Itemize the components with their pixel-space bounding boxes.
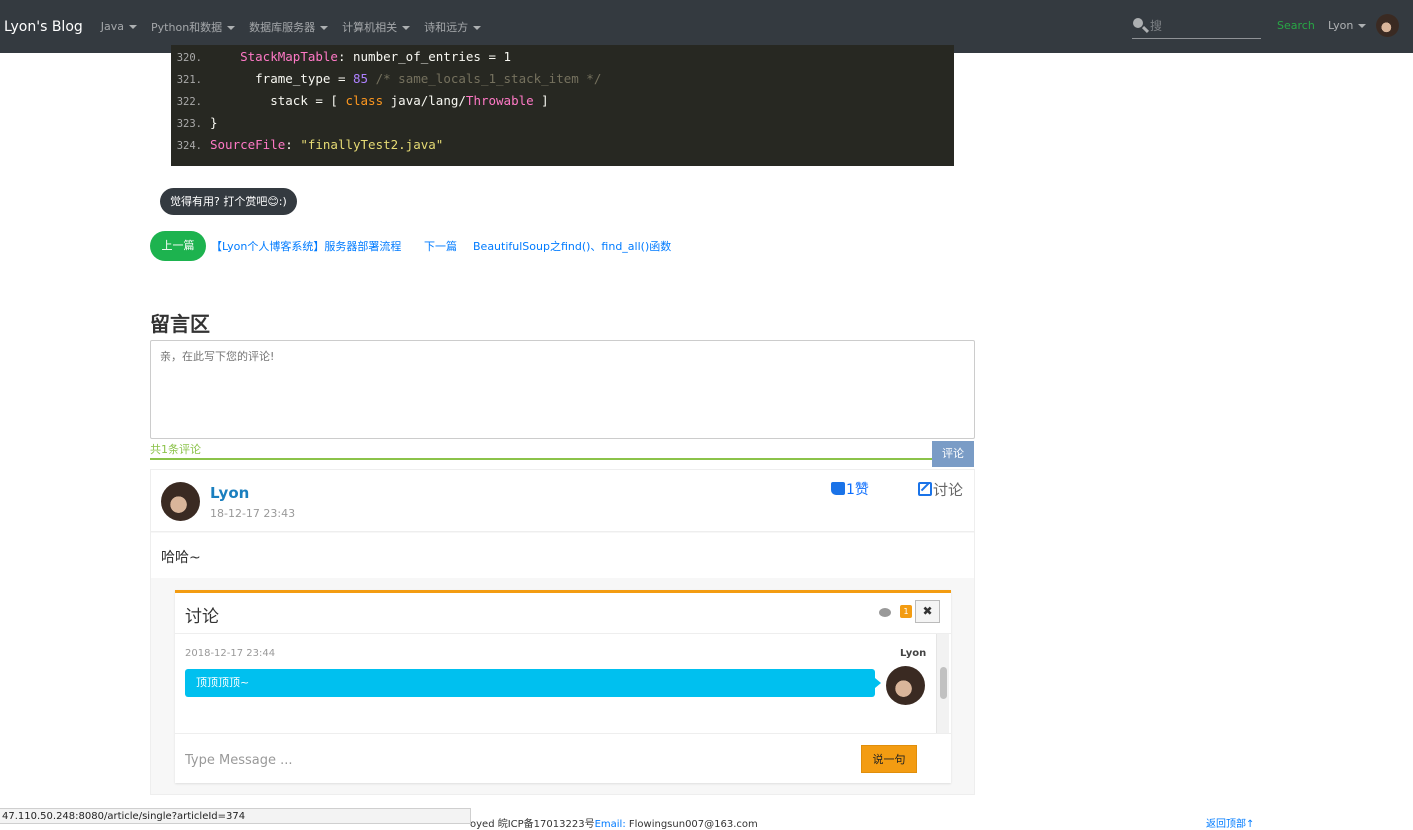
- avatar[interactable]: [161, 482, 200, 521]
- code-token: class: [345, 93, 384, 108]
- code-token: ]: [533, 93, 549, 108]
- code-token: :: [285, 137, 301, 152]
- user-menu[interactable]: Lyon: [1328, 19, 1367, 32]
- caret-down-icon: [402, 25, 411, 30]
- caret-down-icon: [1358, 24, 1367, 28]
- prev-article-button[interactable]: 上一篇: [150, 231, 206, 261]
- message-author: Lyon: [900, 648, 927, 659]
- line-number: 320.: [176, 52, 202, 64]
- reward-button[interactable]: 觉得有用? 打个赏吧😊:): [160, 188, 297, 215]
- code-line: 322. stack = [ class java/lang/Throwable…: [171, 90, 549, 112]
- code-token: frame_type =: [255, 71, 353, 86]
- prev-article-link[interactable]: 【Lyon个人博客系统】服务器部署流程: [211, 238, 401, 254]
- discussion-title: 讨论: [185, 607, 219, 627]
- message-count-badge: 1: [900, 605, 912, 618]
- send-message-button[interactable]: 说一句: [861, 745, 917, 773]
- footer-email: Flowingsun007@163.com: [628, 819, 758, 830]
- nav-item-python[interactable]: Python和数据: [151, 19, 236, 35]
- nav-item-label: Java: [100, 20, 125, 33]
- line-number: 324.: [176, 140, 202, 152]
- message-date: 2018-12-17 23:44: [185, 648, 276, 659]
- caret-down-icon: [227, 25, 236, 30]
- avatar: [886, 666, 925, 705]
- comment-author[interactable]: Lyon: [210, 484, 249, 502]
- footer-text: oyed 皖ICP备17013223号Email: Flowingsun007@…: [470, 815, 758, 830]
- divider: [175, 733, 951, 734]
- footer-icp: oyed 皖ICP备17013223号: [470, 819, 595, 830]
- code-token: java/lang/: [383, 93, 466, 108]
- submit-comment-button[interactable]: 评论: [932, 441, 974, 467]
- search-input[interactable]: [1150, 19, 1250, 33]
- scrollbar-thumb[interactable]: [940, 667, 947, 699]
- comment-textarea[interactable]: [150, 340, 975, 439]
- comment-card: Lyon 18-12-17 23:43 1赞 讨论 哈哈~ 讨论 1 ✖ 201…: [150, 469, 975, 795]
- caret-down-icon: [473, 25, 482, 30]
- code-token: 85: [353, 71, 369, 86]
- divider: [150, 458, 935, 460]
- footer-email-label[interactable]: Email:: [595, 819, 626, 830]
- nav-item-database[interactable]: 数据库服务器: [249, 19, 329, 35]
- message-input[interactable]: [185, 747, 855, 774]
- scrollbar[interactable]: [936, 634, 949, 733]
- code-token: : number_of_entries = 1: [337, 49, 512, 64]
- nav-item-label: 数据库服务器: [249, 20, 316, 34]
- comment-count: 共1条评论: [150, 443, 201, 456]
- code-block: 320. StackMapTable: number_of_entries = …: [171, 45, 954, 166]
- code-line: 320. StackMapTable: number_of_entries = …: [171, 46, 511, 68]
- nav-item-java[interactable]: Java: [100, 20, 138, 33]
- code-line: 324. SourceFile: "finallyTest2.java": [171, 134, 444, 156]
- line-number: 321.: [176, 74, 202, 86]
- like-count: 1赞: [846, 482, 869, 498]
- nav-item-computer[interactable]: 计算机相关: [342, 19, 411, 35]
- line-number: 322.: [176, 96, 202, 108]
- nav-item-label: 计算机相关: [342, 20, 398, 34]
- browser-status-bar: 47.110.50.248:8080/article/single?articl…: [0, 808, 471, 824]
- thumbs-up-icon: [831, 482, 845, 495]
- discuss-label: 讨论: [933, 481, 964, 499]
- comment-date: 18-12-17 23:43: [210, 507, 296, 520]
- search-button[interactable]: Search: [1277, 19, 1315, 32]
- user-menu-label: Lyon: [1328, 19, 1354, 32]
- comments-icon: [879, 608, 891, 617]
- code-token: SourceFile: [210, 137, 286, 152]
- message-bubble: 顶顶顶顶~: [185, 669, 881, 697]
- comment-header: Lyon 18-12-17 23:43 1赞 讨论: [151, 470, 974, 532]
- comments-section-title: 留言区: [150, 312, 210, 336]
- avatar[interactable]: [1376, 14, 1399, 37]
- search-box: [1132, 14, 1261, 39]
- caret-down-icon: [320, 25, 329, 30]
- divider: [175, 633, 951, 634]
- code-token: Throwable: [465, 93, 534, 108]
- back-to-top-link[interactable]: 返回顶部↑: [1206, 815, 1254, 830]
- discuss-button[interactable]: 讨论: [918, 479, 963, 500]
- nav-item-label: 诗和远方: [424, 20, 469, 34]
- caret-down-icon: [129, 25, 138, 29]
- code-token: stack = [: [270, 93, 346, 108]
- nav-item-poetry[interactable]: 诗和远方: [424, 19, 482, 35]
- code-line: 321. frame_type = 85 /* same_locals_1_st…: [171, 68, 602, 90]
- code-token: "finallyTest2.java": [300, 137, 444, 152]
- close-button[interactable]: ✖: [915, 600, 940, 623]
- code-line: 323.}: [171, 112, 218, 134]
- code-token: StackMapTable: [240, 49, 338, 64]
- next-article-label[interactable]: 下一篇: [424, 238, 457, 254]
- search-icon: [1132, 17, 1150, 35]
- next-article-link[interactable]: BeautifulSoup之find()、find_all()函数: [473, 238, 671, 254]
- line-number: 323.: [176, 118, 202, 130]
- like-button[interactable]: 1赞: [831, 479, 869, 499]
- code-token: /* same_locals_1_stack_item */: [368, 71, 602, 86]
- brand-link[interactable]: Lyon's Blog: [4, 19, 83, 35]
- nav-item-label: Python和数据: [151, 20, 223, 34]
- discussion-panel: 讨论 1 ✖ 2018-12-17 23:44 Lyon 顶顶顶顶~ 说一句: [175, 590, 951, 783]
- edit-icon: [918, 482, 932, 496]
- code-token: }: [210, 115, 218, 130]
- comment-body: 哈哈~: [151, 533, 974, 578]
